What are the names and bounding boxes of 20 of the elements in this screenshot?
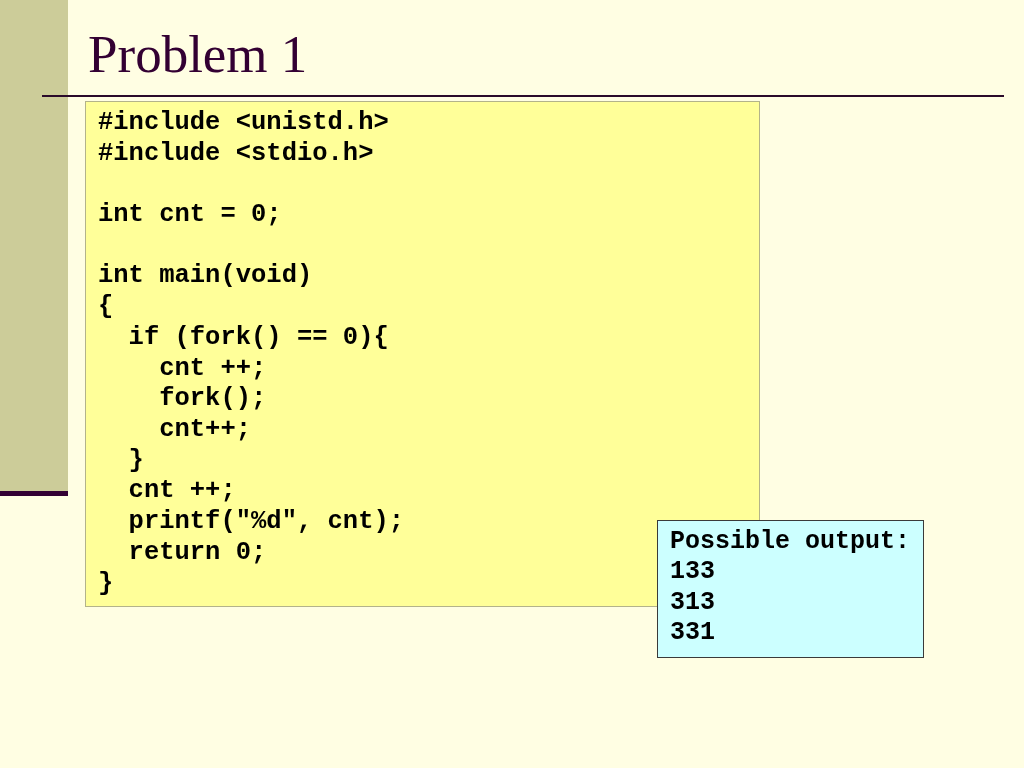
code-line: #include <unistd.h> <box>98 108 389 139</box>
code-line: #include <stdio.h> <box>98 138 374 170</box>
code-line: } <box>127 445 144 477</box>
accent-bar <box>0 491 68 496</box>
output-line: 313 <box>670 587 715 619</box>
output-heading: Possible output: <box>670 527 911 558</box>
code-line: { <box>98 292 114 323</box>
code-line: } <box>98 568 114 600</box>
code-line: fork(); <box>158 384 267 415</box>
output-line: 331 <box>670 618 715 649</box>
code-line: if (fork() == 0){ <box>127 322 389 354</box>
code-line: int main(void) <box>98 261 313 293</box>
code-line: int cnt = 0; <box>98 200 282 231</box>
code-line: return 0; <box>127 537 267 569</box>
code-line: cnt ++; <box>127 476 236 508</box>
code-line: printf("%d", cnt); <box>127 507 405 538</box>
code-line: cnt ++; <box>158 353 267 385</box>
output-line: 133 <box>670 557 715 588</box>
slide-title: Problem 1 <box>88 24 308 84</box>
code-line: cnt++; <box>158 415 252 446</box>
